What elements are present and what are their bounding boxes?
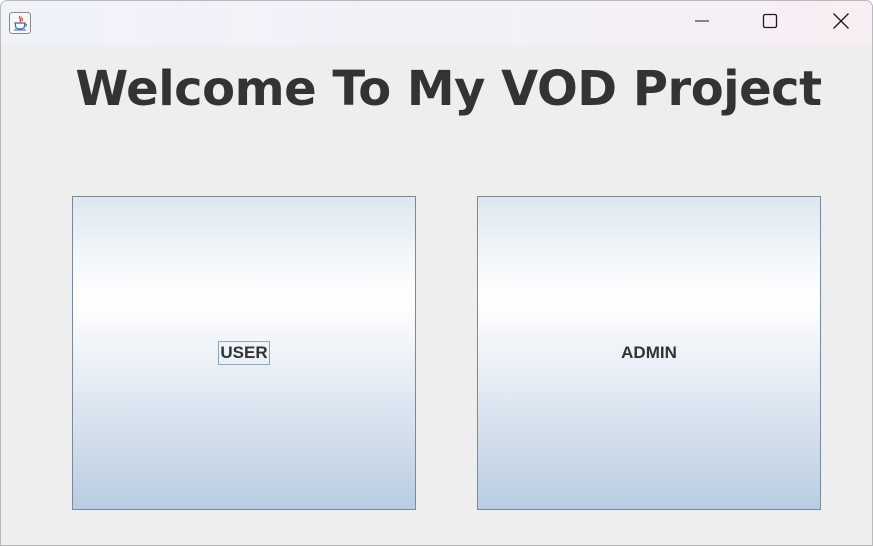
maximize-button[interactable]: [747, 1, 793, 45]
java-cup-icon[interactable]: [9, 12, 31, 34]
close-button[interactable]: [818, 1, 864, 45]
admin-button[interactable]: ADMIN: [477, 196, 821, 510]
admin-button-label: ADMIN: [621, 343, 677, 362]
minimize-button[interactable]: [679, 1, 725, 45]
user-button[interactable]: USER: [72, 196, 416, 510]
title-bar[interactable]: [1, 1, 872, 45]
page-title: Welcome To My VOD Project: [75, 61, 822, 117]
app-window: Welcome To My VOD Project USER ADMIN: [0, 0, 873, 546]
close-icon: [832, 12, 850, 34]
minimize-icon: [694, 13, 710, 33]
user-button-label: USER: [218, 341, 270, 365]
maximize-icon: [762, 13, 778, 33]
